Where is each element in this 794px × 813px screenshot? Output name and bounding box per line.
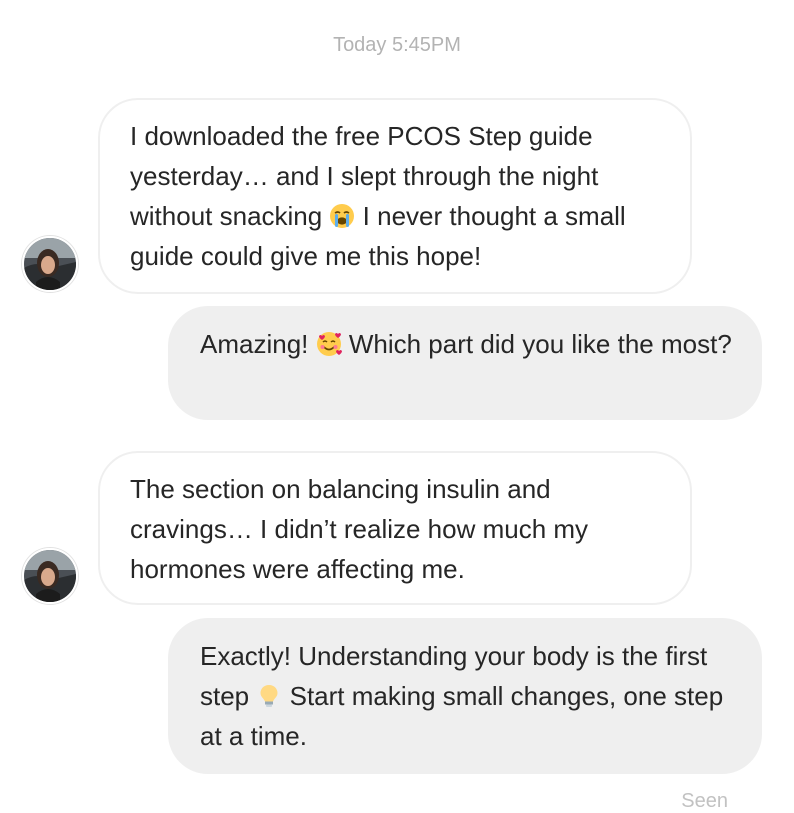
smiling-face-with-hearts-icon	[316, 332, 342, 356]
message-bubble-incoming[interactable]: I downloaded the free PCOS Step guide ye…	[98, 98, 692, 294]
profile-photo-icon	[24, 550, 76, 602]
seen-status: Seen	[681, 790, 728, 812]
message-text: Amazing!	[200, 329, 316, 359]
message-timestamp: Today 5:45PM	[333, 34, 461, 56]
message-bubble-incoming[interactable]: The section on balancing insulin and cra…	[98, 451, 692, 605]
message-text: Which part did you like the most?	[341, 329, 732, 359]
message-text: The section on balancing insulin and cra…	[130, 474, 589, 584]
profile-photo-icon	[24, 238, 76, 290]
message-bubble-outgoing[interactable]: Exactly! Understanding your body is the …	[168, 618, 762, 774]
avatar[interactable]	[22, 236, 78, 292]
loudly-crying-face-icon	[330, 204, 355, 228]
light-bulb-icon	[260, 685, 278, 707]
avatar[interactable]	[22, 548, 78, 604]
message-bubble-outgoing[interactable]: Amazing! Which part did you like the mos…	[168, 306, 762, 420]
